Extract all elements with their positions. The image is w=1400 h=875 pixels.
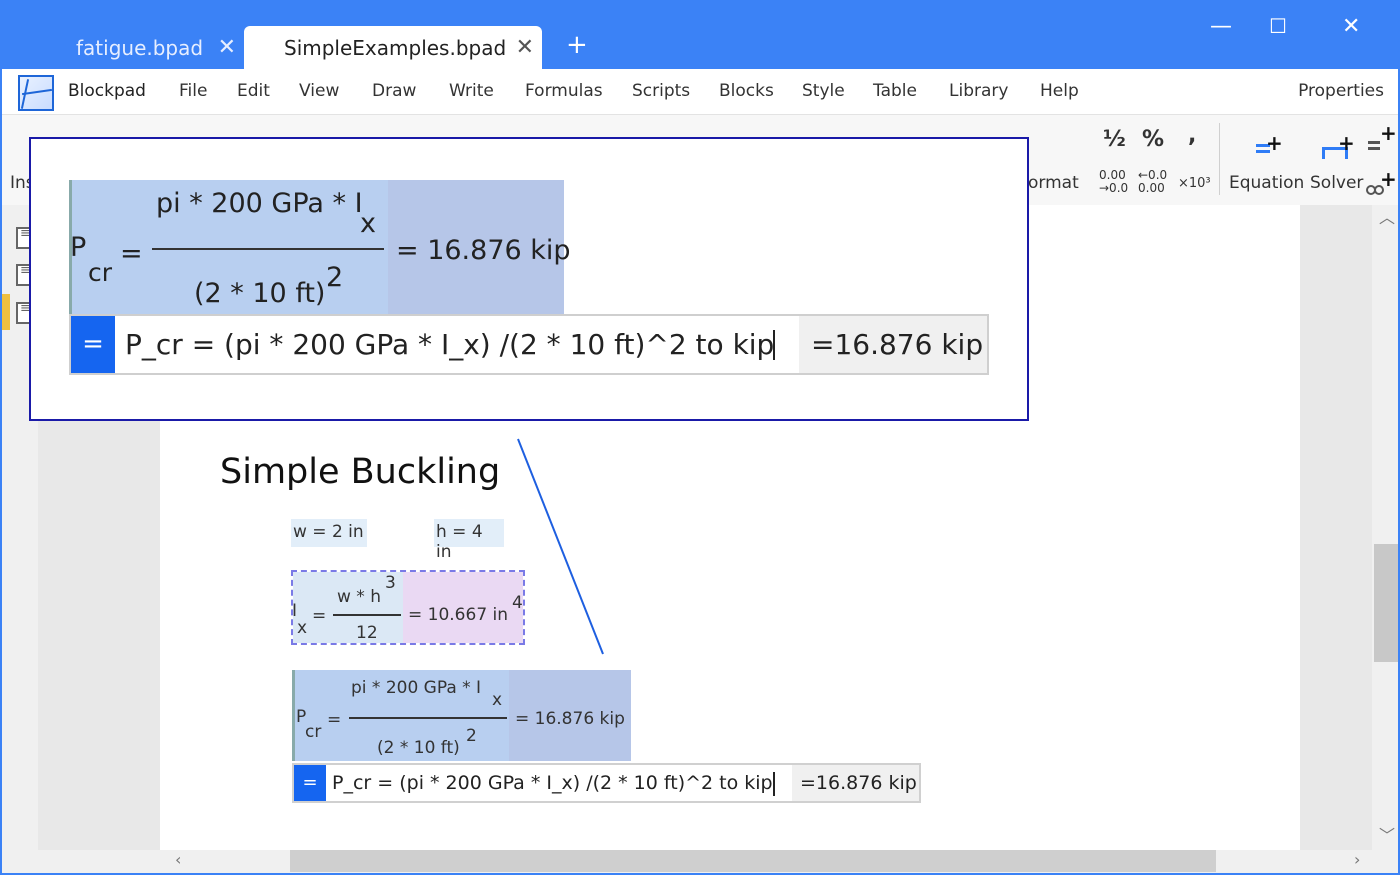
zoom-pcr-denominator: (2 * 10 ft) xyxy=(194,278,326,309)
format-button-partial[interactable]: ormat xyxy=(1028,173,1079,193)
scroll-left-icon[interactable]: ‹ xyxy=(175,852,181,868)
add-equation-row-icon[interactable]: + xyxy=(1368,121,1397,153)
fraction-icon[interactable]: ½ xyxy=(1103,127,1126,152)
ix-equals: = xyxy=(312,606,327,626)
zoom-callout: P cr = pi * 200 GPa * I x (2 * 10 ft) 2 … xyxy=(29,137,1029,421)
pcr-denominator-exp: 2 xyxy=(466,726,477,746)
solver-button[interactable]: Solver xyxy=(1310,173,1363,193)
zoom-pcr-lhs-sub: cr xyxy=(88,258,113,287)
formula-result: =16.876 kip xyxy=(792,765,919,801)
app-window: fatigue.bpad ✕ SimpleExamples.bpad ✕ + —… xyxy=(0,0,1400,875)
horizontal-scroll-thumb[interactable] xyxy=(290,850,1216,872)
menu-table[interactable]: Table xyxy=(873,81,917,101)
zoom-text-caret xyxy=(773,330,775,360)
add-link-icon[interactable]: + xyxy=(1366,167,1397,199)
menu-write[interactable]: Write xyxy=(449,81,494,101)
close-window-icon[interactable]: ✕ xyxy=(1342,16,1360,38)
menu-edit[interactable]: Edit xyxy=(237,81,270,101)
ix-result: = 10.667 in xyxy=(408,605,509,625)
tab-close-icon[interactable]: ✕ xyxy=(218,36,236,59)
menu-style[interactable]: Style xyxy=(802,81,845,101)
new-tab-icon[interactable]: + xyxy=(566,32,588,58)
ix-numerator: w * h xyxy=(337,587,381,607)
scientific-notation-button[interactable]: ×10³ xyxy=(1178,177,1211,190)
ribbon-divider xyxy=(1219,123,1220,195)
equation-icon[interactable]: + xyxy=(1252,131,1283,163)
equation-button[interactable]: Equation xyxy=(1229,173,1304,193)
zoom-formula-input-row: = P_cr = (pi * 200 GPa * I_x) /(2 * 10 f… xyxy=(69,314,989,375)
menu-formulas[interactable]: Formulas xyxy=(525,81,603,101)
formula-input-row: = P_cr = (pi * 200 GPa * I_x) /(2 * 10 f… xyxy=(292,763,921,803)
zoom-formula-result: =16.876 kip xyxy=(799,316,987,373)
zoom-pcr-result: = 16.876 kip xyxy=(396,235,571,266)
zoom-pcr-numerator: pi * 200 GPa * I xyxy=(156,188,363,219)
tab-label: fatigue.bpad xyxy=(76,35,204,60)
title-bar: fatigue.bpad ✕ SimpleExamples.bpad ✕ + —… xyxy=(2,2,1398,69)
maximize-icon[interactable]: ☐ xyxy=(1269,16,1287,36)
menu-blocks[interactable]: Blocks xyxy=(719,81,774,101)
menu-help[interactable]: Help xyxy=(1040,81,1079,101)
app-name: Blockpad xyxy=(68,81,146,101)
scroll-right-icon[interactable]: › xyxy=(1354,852,1360,868)
increase-decimals-button[interactable]: 0.00 →0.0 xyxy=(1099,169,1128,195)
tab-simple-examples[interactable]: SimpleExamples.bpad ✕ xyxy=(244,26,542,69)
pcr-fraction-line xyxy=(349,717,507,719)
blockpad-logo-icon xyxy=(18,75,54,111)
thousands-separator-icon[interactable]: , xyxy=(1188,123,1196,148)
zoom-pcr-equals: = xyxy=(120,238,143,269)
menu-file[interactable]: File xyxy=(179,81,207,101)
formula-input[interactable]: P_cr = (pi * 200 GPa * I_x) /(2 * 10 ft)… xyxy=(332,772,773,794)
decimal-more-bottom: →0.0 xyxy=(1099,181,1129,195)
equation-mode-button[interactable]: = xyxy=(294,765,326,801)
pcr-numerator: pi * 200 GPa * I xyxy=(351,678,482,698)
pcr-denominator: (2 * 10 ft) xyxy=(377,738,460,758)
zoom-pcr-fraction-line xyxy=(152,248,384,250)
menu-library[interactable]: Library xyxy=(949,81,1008,101)
properties-button[interactable]: Properties xyxy=(1298,81,1384,101)
solver-icon[interactable]: + xyxy=(1320,131,1355,163)
tab-close-icon[interactable]: ✕ xyxy=(516,36,534,59)
pcr-result: = 16.876 kip xyxy=(515,709,625,729)
minimize-icon[interactable]: — xyxy=(1210,16,1232,38)
pcr-lhs-sub: cr xyxy=(305,722,322,742)
ix-denominator: 12 xyxy=(356,623,378,643)
scroll-up-icon[interactable]: ︿ xyxy=(1379,210,1395,226)
menu-bar: Blockpad File Edit View Draw Write Formu… xyxy=(2,69,1398,115)
tab-label: SimpleExamples.bpad xyxy=(284,35,507,60)
ix-result-exp: 4 xyxy=(512,593,523,613)
variable-w[interactable]: w = 2 in xyxy=(291,519,367,547)
ix-lhs-sub: x xyxy=(297,618,308,638)
zoom-equation-mode-button: = xyxy=(71,316,115,373)
zoom-pcr-numerator-sub: x xyxy=(360,208,376,239)
pcr-formula-block[interactable]: P cr = pi * 200 GPa * I x (2 * 10 ft) 2 … xyxy=(292,670,631,761)
pcr-equals: = xyxy=(327,710,342,730)
zoom-pcr-denominator-exp: 2 xyxy=(326,262,344,293)
zoom-pcr-lhs: P xyxy=(70,232,87,263)
menu-scripts[interactable]: Scripts xyxy=(632,81,690,101)
ix-formula-block[interactable]: I x = w * h 3 12 = 10.667 in 4 xyxy=(291,570,525,645)
percent-icon[interactable]: % xyxy=(1142,127,1164,152)
scroll-down-icon[interactable]: ﹀ xyxy=(1379,828,1395,844)
pcr-numerator-sub: x xyxy=(492,690,503,710)
decrease-decimals-button[interactable]: ←0.0 0.00 xyxy=(1138,169,1167,195)
section-heading[interactable]: Simple Buckling xyxy=(220,452,500,492)
variable-h[interactable]: h = 4 in xyxy=(434,519,504,562)
zoom-formula-input: P_cr = (pi * 200 GPa * I_x) /(2 * 10 ft)… xyxy=(125,328,775,361)
vertical-scroll-thumb[interactable] xyxy=(1374,544,1398,662)
selected-page-indicator xyxy=(2,294,10,330)
menu-view[interactable]: View xyxy=(299,81,339,101)
vertical-scrollbar[interactable] xyxy=(1372,205,1398,850)
zoom-pcr-formula-block: P cr = pi * 200 GPa * I x (2 * 10 ft) 2 … xyxy=(69,180,571,314)
text-caret xyxy=(773,772,775,796)
ix-fraction-line xyxy=(333,614,401,616)
ix-numerator-exp: 3 xyxy=(385,573,396,593)
decimal-less-bottom: 0.00 xyxy=(1138,181,1165,195)
menu-draw[interactable]: Draw xyxy=(372,81,416,101)
tab-fatigue[interactable]: fatigue.bpad ✕ xyxy=(72,26,242,69)
